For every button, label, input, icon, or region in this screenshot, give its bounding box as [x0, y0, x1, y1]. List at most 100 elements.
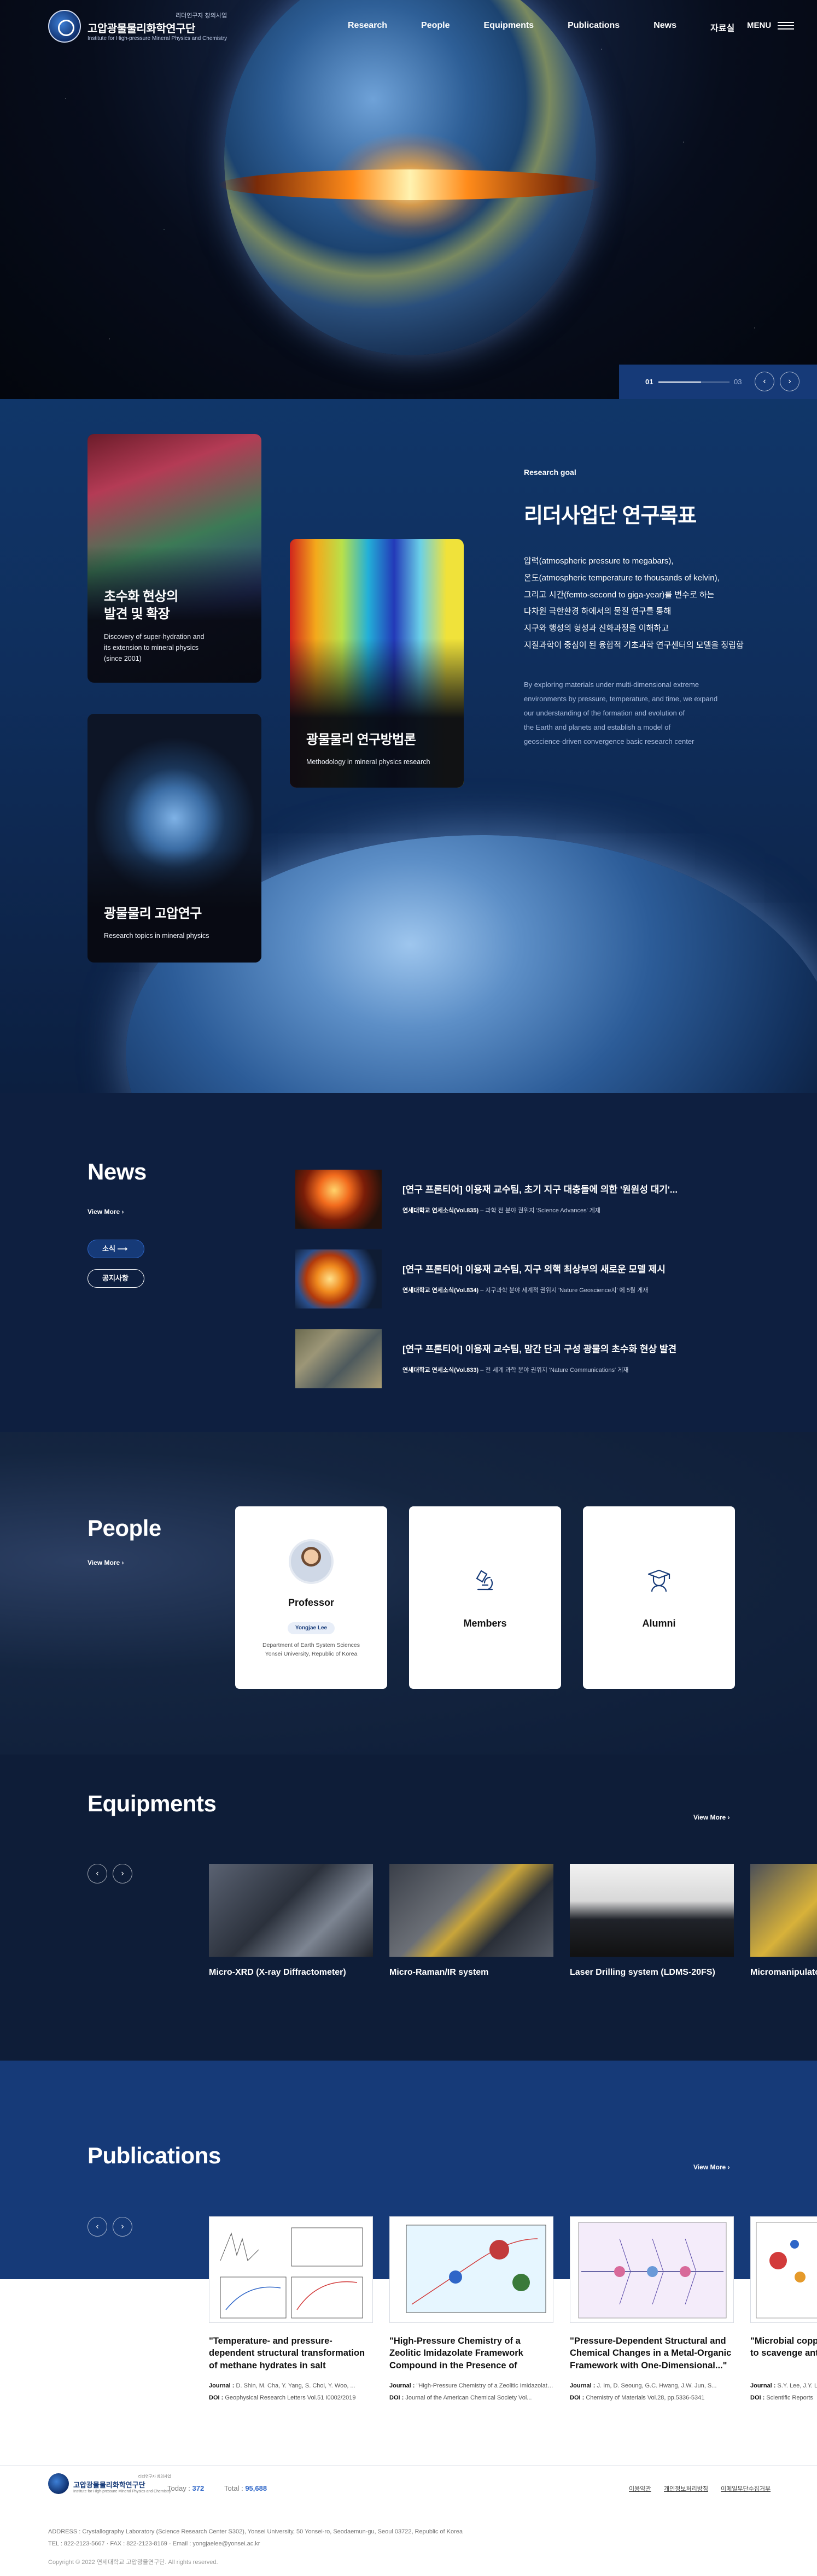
- footer-link-privacy[interactable]: 개인정보처리방침: [664, 2484, 708, 2493]
- nav-people[interactable]: People: [421, 21, 450, 34]
- doi-label: DOI :: [750, 2395, 765, 2401]
- footer-link-terms[interactable]: 이용약관: [629, 2484, 651, 2493]
- slide-prev-button[interactable]: ‹: [755, 372, 774, 391]
- publications-next-button[interactable]: ›: [113, 2217, 132, 2237]
- equipment-card[interactable]: Micro-XRD (X-ray Diffractometer): [209, 1864, 373, 1978]
- logo-english: Institute for High-pressure Mineral Phys…: [87, 36, 227, 42]
- equipments-view-more[interactable]: View More ›: [693, 1814, 730, 1821]
- dept-line: Yonsei University, Republic of Korea: [265, 1651, 358, 1658]
- research-card-methodology[interactable]: 광물물리 연구방법론 Methodology in mineral physic…: [290, 539, 464, 788]
- publications-title: Publications: [87, 2143, 221, 2168]
- menu-button[interactable]: MENU: [747, 21, 795, 30]
- chevron-right-icon: ›: [121, 2222, 124, 2231]
- research-card-desc: its extension to mineral physics: [104, 643, 199, 652]
- news-view-more[interactable]: View More ›: [87, 1208, 124, 1216]
- publication-doi: DOI : Scientific Reports: [750, 2392, 817, 2404]
- nav-research[interactable]: Research: [348, 21, 387, 34]
- equipment-card[interactable]: Micro-Raman/IR system: [389, 1864, 553, 1978]
- nav-equipments[interactable]: Equipments: [484, 21, 534, 34]
- avatar: [289, 1539, 334, 1584]
- doi-label: DOI :: [209, 2395, 224, 2401]
- publications-view-more[interactable]: View More ›: [693, 2163, 730, 2171]
- news-source: 연세대학교 연세소식(Vol.835): [402, 1207, 479, 1214]
- publication-chart-thumbnail: [220, 2227, 363, 2319]
- equipment-photo: [389, 1864, 553, 1957]
- news-item[interactable]: [연구 프론티어] 이용재 교수팀, 맘간 단괴 구성 광물의 초수화 현상 발…: [295, 1329, 744, 1388]
- goal-title: 리더사업단 연구목표: [524, 504, 697, 527]
- site-logo[interactable]: 리더연구자 창의사업 고압광물물리화학연구단 Institute for Hig…: [48, 10, 227, 43]
- people-title: People: [87, 1515, 161, 1541]
- hero-slider-controls: 01 03 ‹ ›: [619, 365, 817, 399]
- people-card-alumni[interactable]: Alumni: [583, 1506, 735, 1689]
- publication-title: "Temperature- and pressure-dependent str…: [209, 2336, 365, 2370]
- research-card-superhydration[interactable]: 초수화 현상의 발견 및 확장 Discovery of super-hydrat…: [87, 434, 261, 683]
- news-tab-notice[interactable]: 공지사항: [87, 1269, 144, 1288]
- people-card-label: Members: [463, 1618, 507, 1629]
- equipment-card[interactable]: Micromanipulator: [750, 1864, 817, 1978]
- publications-prev-button[interactable]: ‹: [87, 2217, 107, 2237]
- page: 01 03 ‹ › 리더연구자 창의사업 고압광물물리화학연구단 Institu…: [0, 0, 817, 2576]
- footer-link-email[interactable]: 이메일무단수집거부: [721, 2484, 771, 2493]
- view-more-label: View More: [87, 1208, 120, 1216]
- footer-logo-kicker: 리더연구자 창의사업: [138, 2475, 171, 2479]
- news-note: 과학 전 분야 권위지 'Science Advances' 게재: [485, 1207, 600, 1214]
- nav-publications[interactable]: Publications: [568, 21, 620, 34]
- publication-card[interactable]: "Microbial copper reduction method to sc…: [750, 2216, 817, 2404]
- news-item[interactable]: [연구 프론티어] 이용재 교수팀, 지구 외핵 최상부의 새로운 모델 제시 …: [295, 1249, 744, 1308]
- contact-line: TEL : 822-2123-5667 · FAX : 822-2123-816…: [48, 2540, 260, 2547]
- research-section: 초수화 현상의 발견 및 확장 Discovery of super-hydrat…: [0, 399, 817, 1093]
- goal-line: 압력(atmospheric pressure to megabars),: [524, 556, 674, 566]
- total-value: 95,688: [245, 2484, 267, 2492]
- doi-label: DOI :: [389, 2395, 404, 2401]
- goal-line: environments by pressure, temperature, a…: [524, 695, 718, 703]
- equipments-prev-button[interactable]: ‹: [87, 1864, 107, 1883]
- people-card-professor[interactable]: Professor Yongjae Lee Department of Eart…: [235, 1506, 387, 1689]
- research-card-title: 초수화 현상의: [104, 589, 178, 604]
- people-card-members[interactable]: Members: [409, 1506, 561, 1689]
- equipment-card[interactable]: Laser Drilling system (LDMS-20FS): [570, 1864, 734, 1978]
- goal-kicker: Research goal: [524, 468, 576, 477]
- footer-copyright: Copyright © 2022 연세대학교 고압광물연구단. All righ…: [48, 2559, 218, 2566]
- news-item-title: [연구 프론티어] 이용재 교수팀, 맘간 단괴 구성 광물의 초수화 현상 발…: [402, 1344, 677, 1354]
- footer-logo[interactable]: 리더연구자 창의사업 고압광물물리화학연구단 Institute for Hig…: [48, 2473, 171, 2494]
- publication-figure: [570, 2216, 734, 2323]
- equipments-next-button[interactable]: ›: [113, 1864, 132, 1883]
- doi-value: Geophysical Research Letters Vol.51 I000…: [225, 2395, 356, 2401]
- equipment-photo: [750, 1864, 817, 1957]
- publication-card[interactable]: "Temperature- and pressure-dependent str…: [209, 2216, 373, 2404]
- publication-doi: DOI : Chemistry of Materials Vol.28, pp.…: [570, 2392, 734, 2404]
- chevron-left-icon: ‹: [96, 1869, 99, 1878]
- publication-card[interactable]: "Pressure-Dependent Structural and Chemi…: [570, 2216, 734, 2404]
- people-card-label: Professor: [288, 1597, 335, 1608]
- nav-news[interactable]: News: [653, 21, 676, 34]
- publication-card[interactable]: "High-Pressure Chemistry of a Zeolitic I…: [389, 2216, 553, 2404]
- logo-emblem: [48, 2473, 69, 2494]
- news-item-title: [연구 프론티어] 이용재 교수팀, 초기 지구 대충돌에 의한 '원원성 대기…: [402, 1184, 678, 1195]
- nav-archive[interactable]: 자료실: [710, 21, 734, 34]
- equipments-title: Equipments: [87, 1791, 217, 1816]
- news-item[interactable]: [연구 프론티어] 이용재 교수팀, 초기 지구 대충돌에 의한 '원원성 대기…: [295, 1170, 744, 1229]
- publication-chart-thumbnail: [756, 2222, 817, 2319]
- footer-address: ADDRESS : Crystallography Laboratory (Sc…: [48, 2526, 759, 2550]
- slide-progress-fill: [658, 382, 701, 383]
- news-title: News: [87, 1159, 147, 1184]
- publication-doi: DOI : Journal of the American Chemical S…: [389, 2392, 553, 2404]
- news-note: 지구과학 분야 세계적 권위지 'Nature Geoscience지' 에 5…: [485, 1287, 649, 1294]
- goal-line: 온도(atmospheric temperature to thousands …: [524, 573, 720, 583]
- dept-line: Department of Earth System Sciences: [262, 1642, 360, 1648]
- news-tab-news[interactable]: 소식 ⟶: [87, 1240, 144, 1258]
- research-card-high-pressure[interactable]: 광물물리 고압연구 Research topics in mineral phy…: [87, 714, 261, 963]
- total-label: Total :: [224, 2484, 243, 2492]
- journal-value: "High-Pressure Chemistry of a Zeolitic I…: [416, 2383, 553, 2389]
- chevron-right-icon: ›: [727, 1814, 730, 1821]
- visitor-total: Total : 95,688: [224, 2484, 267, 2492]
- publication-figure: [209, 2216, 373, 2323]
- footer-logo-name: 고압광물물리화학연구단: [73, 2481, 145, 2489]
- goal-line: 다차원 극한환경 하에서의 물질 연구를 통해: [524, 607, 672, 617]
- news-note: 전 세계 과학 분야 권위지 'Nature Communications' 게…: [485, 1367, 629, 1374]
- publication-journal: Journal : D. Shin, M. Cha, Y. Yang, S. C…: [209, 2380, 373, 2392]
- view-more-label: View More: [87, 1559, 120, 1566]
- slide-next-button[interactable]: ›: [780, 372, 800, 391]
- publication-chart-thumbnail: [578, 2222, 727, 2319]
- people-view-more[interactable]: View More ›: [87, 1559, 124, 1566]
